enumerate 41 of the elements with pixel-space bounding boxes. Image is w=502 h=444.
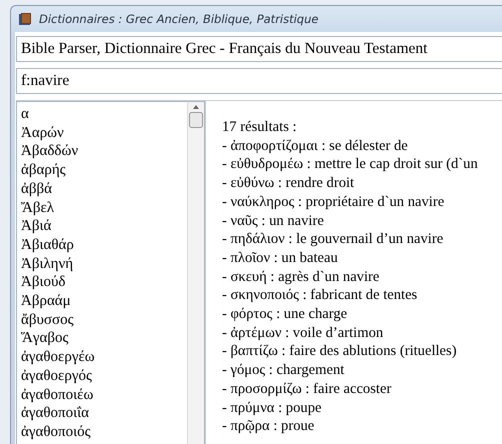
result-line: - εὐθυδρομέω : mettre le cap droit sur (d`un bbox=[222, 155, 479, 174]
word-list-item[interactable]: ἀβαρής bbox=[21, 161, 187, 180]
result-line: - πρύμνα : poupe bbox=[222, 398, 322, 418]
book-icon bbox=[17, 11, 33, 27]
word-list-item[interactable]: ἀγαθοποιός bbox=[21, 422, 187, 442]
result-line: - ναῦς : un navire bbox=[222, 212, 325, 230]
scrollbar-thumb[interactable] bbox=[189, 112, 203, 128]
word-list-item[interactable]: ἄβυσσος bbox=[21, 310, 187, 330]
result-line: - πλοῖον : un bateau bbox=[222, 248, 339, 268]
result-line: - ναύκληρος : propriétaire d`un navire bbox=[222, 192, 446, 212]
result-line: - ἀποφορτίζομαι : se délester de bbox=[222, 136, 409, 156]
result-line: - φόρτος : une charge bbox=[222, 305, 348, 324]
window-title: Dictionnaires : Grec Ancien, Biblique, Patristique bbox=[39, 12, 318, 26]
word-list-item[interactable]: ἀγαθοποιέω bbox=[21, 386, 187, 404]
result-line: - ἀρτέμων : voile d’artimon bbox=[222, 324, 384, 342]
word-list-item[interactable]: α bbox=[21, 105, 187, 124]
word-list-item[interactable]: ἀγαθοεργός bbox=[21, 366, 187, 386]
result-line: - βαπτίζω : faire des ablutions (rituelles) bbox=[222, 342, 458, 362]
result-line: - προσορμίζω : faire accoster bbox=[222, 380, 392, 399]
word-list-item[interactable]: Ἀβιληνή bbox=[21, 254, 187, 274]
result-line: - γόμος : chargement bbox=[222, 361, 346, 380]
result-line: - σκηνοποιός : fabricant de tentes bbox=[222, 286, 418, 306]
search-field[interactable]: f:navire bbox=[16, 68, 502, 94]
word-list-item[interactable]: ἀγαθοποιΐα bbox=[21, 404, 187, 423]
word-list-item[interactable]: ἀββά bbox=[21, 180, 187, 199]
dictionary-field[interactable]: Bible Parser, Dictionnaire Grec - Français du Nouveau Testament bbox=[16, 36, 502, 62]
word-list-item[interactable]: Ἀβιαθάρ bbox=[21, 236, 187, 255]
result-line: - σκευή : agrès d`un navire bbox=[222, 268, 380, 286]
word-list-item[interactable]: ἀγαθοεργέω bbox=[21, 348, 187, 367]
result-line: - πρῷρα : proue bbox=[222, 417, 316, 436]
word-list-item[interactable]: Ἅγαβος bbox=[21, 329, 187, 348]
scroll-up-icon[interactable] bbox=[192, 104, 200, 110]
results-count: 17 résultats : bbox=[222, 118, 298, 137]
result-line: - πηδάλιον : le gouvernail d’un navire bbox=[222, 230, 444, 249]
word-list-item[interactable]: Ἀβιούδ bbox=[21, 273, 187, 292]
word-list-item[interactable]: Ἀβραάμ bbox=[21, 292, 187, 311]
word-list-item[interactable]: Ἀβαδδών bbox=[21, 142, 187, 162]
word-list-item[interactable]: Ἀαρών bbox=[21, 124, 187, 142]
word-list-item[interactable]: Ἀβιά bbox=[21, 217, 187, 236]
result-line: - εὐθύνω : rendre droit bbox=[222, 174, 356, 193]
word-list-item[interactable]: Ἄβελ bbox=[21, 198, 187, 218]
